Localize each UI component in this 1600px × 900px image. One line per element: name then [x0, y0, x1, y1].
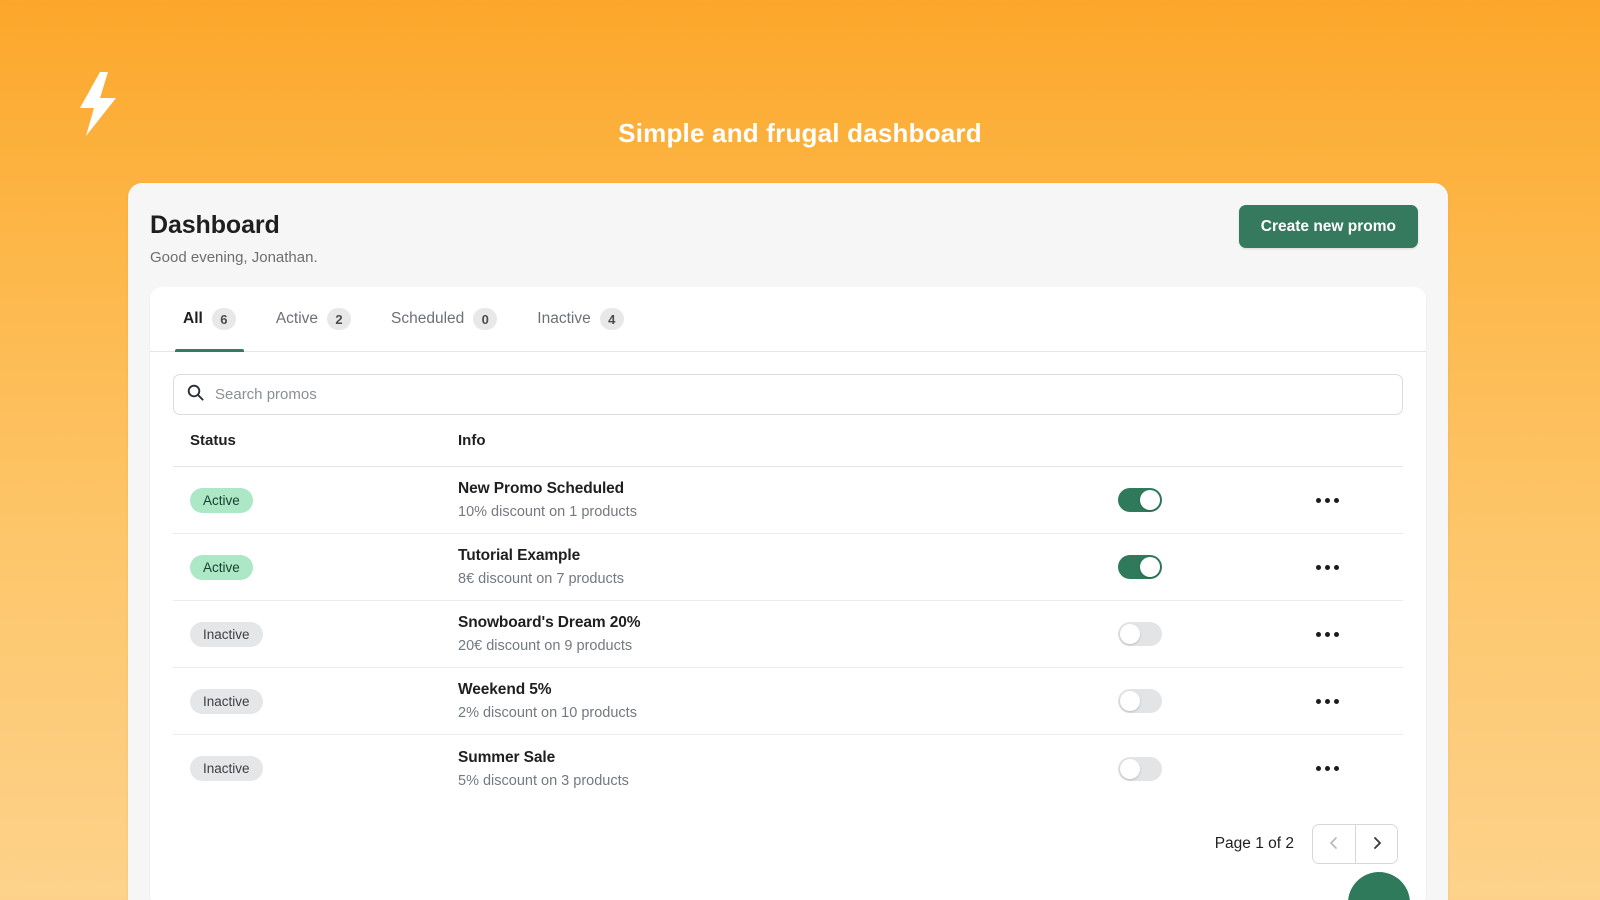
table-header-row: Status Info	[173, 415, 1403, 467]
tab-active-count: 2	[327, 308, 351, 330]
row-status-cell: Inactive	[173, 689, 458, 714]
row-status-cell: Active	[173, 555, 458, 580]
overflow-menu-icon[interactable]	[1308, 758, 1347, 779]
tab-all-label: All	[183, 310, 203, 328]
tab-inactive-label: Inactive	[537, 310, 590, 328]
promos-panel: All 6 Active 2 Scheduled 0 Inactive 4	[150, 287, 1426, 900]
tab-scheduled-label: Scheduled	[391, 310, 464, 328]
page-header: Simple and frugal dashboard	[0, 0, 1600, 185]
promo-title: Weekend 5%	[458, 681, 1118, 699]
promo-enabled-toggle[interactable]	[1118, 555, 1162, 579]
row-menu-cell	[1308, 490, 1403, 511]
table-row: Inactive Snowboard's Dream 20% 20€ disco…	[173, 601, 1403, 668]
status-badge: Active	[190, 555, 253, 580]
row-toggle-cell	[1118, 757, 1308, 781]
row-menu-cell	[1308, 691, 1403, 712]
tab-inactive-count: 4	[600, 308, 624, 330]
tab-all-count: 6	[212, 308, 236, 330]
promos-table: Status Info Active New Promo Scheduled 1…	[150, 415, 1426, 802]
row-menu-cell	[1308, 557, 1403, 578]
search-box[interactable]	[173, 374, 1403, 415]
dashboard-title: Dashboard	[150, 211, 1416, 240]
row-status-cell: Active	[173, 488, 458, 513]
row-info-cell: New Promo Scheduled 10% discount on 1 pr…	[458, 480, 1118, 520]
promo-enabled-toggle[interactable]	[1118, 757, 1162, 781]
page-indicator: Page 1 of 2	[1215, 835, 1294, 853]
promo-subtitle: 8€ discount on 7 products	[458, 571, 1118, 587]
dashboard-card-header: Dashboard Good evening, Jonathan. Create…	[128, 183, 1448, 288]
overflow-menu-icon[interactable]	[1308, 490, 1347, 511]
table-row: Inactive Summer Sale 5% discount on 3 pr…	[173, 735, 1403, 802]
dashboard-card: Dashboard Good evening, Jonathan. Create…	[128, 183, 1448, 900]
row-toggle-cell	[1118, 689, 1308, 713]
table-row: Inactive Weekend 5% 2% discount on 10 pr…	[173, 668, 1403, 735]
row-menu-cell	[1308, 758, 1403, 779]
toggle-knob	[1120, 691, 1140, 711]
tab-all[interactable]: All 6	[163, 287, 256, 352]
table-row: Active New Promo Scheduled 10% discount …	[173, 467, 1403, 534]
promo-subtitle: 2% discount on 10 products	[458, 705, 1118, 721]
row-info-cell: Snowboard's Dream 20% 20€ discount on 9 …	[458, 614, 1118, 654]
tab-scheduled[interactable]: Scheduled 0	[371, 287, 517, 352]
row-info-cell: Weekend 5% 2% discount on 10 products	[458, 681, 1118, 721]
promo-title: Snowboard's Dream 20%	[458, 614, 1118, 632]
search-area	[150, 352, 1426, 415]
row-info-cell: Tutorial Example 8€ discount on 7 produc…	[458, 547, 1118, 587]
promo-subtitle: 5% discount on 3 products	[458, 773, 1118, 789]
search-input[interactable]	[215, 386, 1389, 403]
chevron-right-icon	[1369, 835, 1385, 854]
promo-enabled-toggle[interactable]	[1118, 622, 1162, 646]
promo-subtitle: 20€ discount on 9 products	[458, 638, 1118, 654]
column-header-info: Info	[458, 432, 1118, 449]
tab-inactive[interactable]: Inactive 4	[517, 287, 643, 352]
next-page-button[interactable]	[1355, 825, 1397, 863]
page-title: Simple and frugal dashboard	[0, 118, 1600, 149]
dashboard-greeting: Good evening, Jonathan.	[150, 249, 1416, 266]
toggle-knob	[1140, 490, 1160, 510]
pager-controls	[1312, 824, 1398, 864]
row-toggle-cell	[1118, 622, 1308, 646]
table-row: Active Tutorial Example 8€ discount on 7…	[173, 534, 1403, 601]
create-new-promo-button[interactable]: Create new promo	[1239, 205, 1418, 248]
promo-title: Tutorial Example	[458, 547, 1118, 565]
previous-page-button[interactable]	[1313, 825, 1355, 863]
row-info-cell: Summer Sale 5% discount on 3 products	[458, 749, 1118, 789]
chevron-left-icon	[1326, 835, 1342, 854]
promo-subtitle: 10% discount on 1 products	[458, 504, 1118, 520]
promo-title: Summer Sale	[458, 749, 1118, 767]
promo-enabled-toggle[interactable]	[1118, 488, 1162, 512]
row-toggle-cell	[1118, 555, 1308, 579]
search-icon	[187, 384, 204, 406]
overflow-menu-icon[interactable]	[1308, 557, 1347, 578]
status-badge: Inactive	[190, 689, 263, 714]
status-badge: Inactive	[190, 622, 263, 647]
tab-scheduled-count: 0	[473, 308, 497, 330]
toggle-knob	[1140, 557, 1160, 577]
row-menu-cell	[1308, 624, 1403, 645]
row-status-cell: Inactive	[173, 622, 458, 647]
status-badge: Active	[190, 488, 253, 513]
status-badge: Inactive	[190, 756, 263, 781]
toggle-knob	[1120, 624, 1140, 644]
overflow-menu-icon[interactable]	[1308, 691, 1347, 712]
toggle-knob	[1120, 759, 1140, 779]
pagination: Page 1 of 2	[150, 802, 1426, 864]
promo-title: New Promo Scheduled	[458, 480, 1118, 498]
tab-active-label: Active	[276, 310, 318, 328]
row-toggle-cell	[1118, 488, 1308, 512]
column-header-status: Status	[173, 432, 458, 449]
overflow-menu-icon[interactable]	[1308, 624, 1347, 645]
promo-enabled-toggle[interactable]	[1118, 689, 1162, 713]
row-status-cell: Inactive	[173, 756, 458, 781]
tab-active[interactable]: Active 2	[256, 287, 371, 352]
tab-bar: All 6 Active 2 Scheduled 0 Inactive 4	[150, 287, 1426, 352]
